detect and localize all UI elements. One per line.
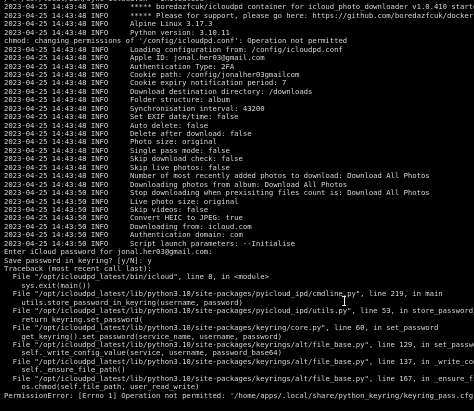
terminal-line: return keyring.set_password( xyxy=(4,315,143,324)
terminal-line: 2023-04-25 14:43:48 INFO Single pass mod… xyxy=(4,146,230,155)
terminal-line: self._ensure_file_path() xyxy=(4,366,126,375)
terminal-line: 2023-04-25 14:43:50 INFO Downloading fro… xyxy=(4,222,252,231)
terminal-line: 2023-04-25 14:43:48 INFO Cookie expiry n… xyxy=(4,79,287,88)
terminal-line: File "/opt/icloudpd_latest/lib/python3.1… xyxy=(4,374,474,383)
terminal-line: 2023-04-25 14:43:50 INFO Script launch p… xyxy=(4,239,295,248)
terminal-line: 2023-04-25 14:43:48 INFO Folder structur… xyxy=(4,96,230,105)
terminal-line: 2023-04-25 14:43:48 INFO Downloading pho… xyxy=(4,180,348,189)
terminal-line: 2023-04-25 14:43:50 INFO Live photo size… xyxy=(4,197,239,206)
terminal-line: 2023-04-25 14:43:48 INFO Apple ID: jonal… xyxy=(4,54,265,63)
terminal-line: 2023-04-25 14:43:48 INFO ***** Please fo… xyxy=(4,11,474,20)
terminal-line: 2023-04-25 14:43:48 INFO Authentication … xyxy=(4,62,235,71)
terminal-line: 2023-04-25 14:43:50 INFO Skip videos: fa… xyxy=(4,205,209,214)
terminal-line: 2023-04-25 14:43:48 INFO Loading configu… xyxy=(4,45,343,54)
terminal-line: self._write_config_value(service, userna… xyxy=(4,349,282,358)
terminal-line: 2023-04-25 14:43:48 INFO Python version:… xyxy=(4,28,230,37)
terminal-line: 2023-04-25 14:43:50 INFO Stop downloadin… xyxy=(4,189,430,198)
terminal-line: File "/opt/icloudpd_latest/lib/python3.1… xyxy=(4,324,439,333)
terminal-line: 2023-04-25 14:43:48 INFO Alpine Linux 3.… xyxy=(4,20,213,29)
terminal-line: Enter iCloud password for jonal.her03@gm… xyxy=(4,248,213,257)
terminal-line: sys.exit(main()) xyxy=(4,281,91,290)
terminal-line: 2023-04-25 14:43:48 INFO Photo size: ori… xyxy=(4,138,217,147)
terminal-line: Traceback (most recent call last): xyxy=(4,265,152,273)
terminal-line: Save password in keyring? [y/N]: y xyxy=(4,256,152,265)
terminal-line: PermissionError: [Errno 1] Operation not… xyxy=(4,391,474,400)
terminal-line: File "/opt/icloudpd_latest/lib/python3.1… xyxy=(4,340,474,349)
terminal-line: 2023-04-25 14:43:50 INFO Authentication … xyxy=(4,231,243,240)
terminal-line: 2023-04-25 14:43:48 INFO ***** boredazfc… xyxy=(4,3,474,12)
terminal-line: 2023-04-25 14:43:48 INFO Synchronisation… xyxy=(4,104,265,113)
text-cursor-icon xyxy=(342,296,346,306)
terminal-line: 2023-04-25 14:43:48 INFO Cookie path: /c… xyxy=(4,70,300,79)
terminal-line: 2023-04-25 14:43:48 INFO Number of most … xyxy=(4,172,430,181)
terminal-line: File "/opt/icloudpd_latest/lib/python3.1… xyxy=(4,357,474,366)
terminal-line: File "/opt/icloudpd_latest/lib/python3.1… xyxy=(4,290,443,299)
terminal-line: File "/opt/icloudpd_latest/lib/python3.1… xyxy=(4,307,474,316)
terminal-window[interactable]: / # /usr/local/bin/sync-icloud.sh --Init… xyxy=(0,0,474,411)
terminal-line: utils.store_password_in_keyring(username… xyxy=(4,298,243,307)
terminal-output: / # /usr/local/bin/sync-icloud.sh --Init… xyxy=(4,0,474,400)
terminal-line: 2023-04-25 14:43:48 INFO Delete after do… xyxy=(4,130,252,138)
terminal-line: 2023-04-25 14:43:50 INFO Convert HEIC to… xyxy=(4,214,243,223)
terminal-line: get_keyring().set_password(service_name,… xyxy=(4,332,282,341)
terminal-line: 2023-04-25 14:43:48 INFO Download destin… xyxy=(4,87,313,96)
terminal-line: 2023-04-25 14:43:48 INFO Set EXIF date/t… xyxy=(4,113,239,122)
terminal-line: os.chmod(self.file_path, user_read_write… xyxy=(4,383,200,392)
terminal-line: File "/opt/icloudpd_latest/bin/icloud", … xyxy=(4,273,269,282)
terminal-line: 2023-04-25 14:43:48 INFO Skip download c… xyxy=(4,155,243,164)
terminal-line: 2023-04-25 14:43:48 INFO Skip live photo… xyxy=(4,163,230,172)
terminal-line: 2023-04-25 14:43:48 INFO Auto delete: fa… xyxy=(4,121,209,130)
terminal-line: chmod: changing permissions of '/config/… xyxy=(4,37,348,46)
